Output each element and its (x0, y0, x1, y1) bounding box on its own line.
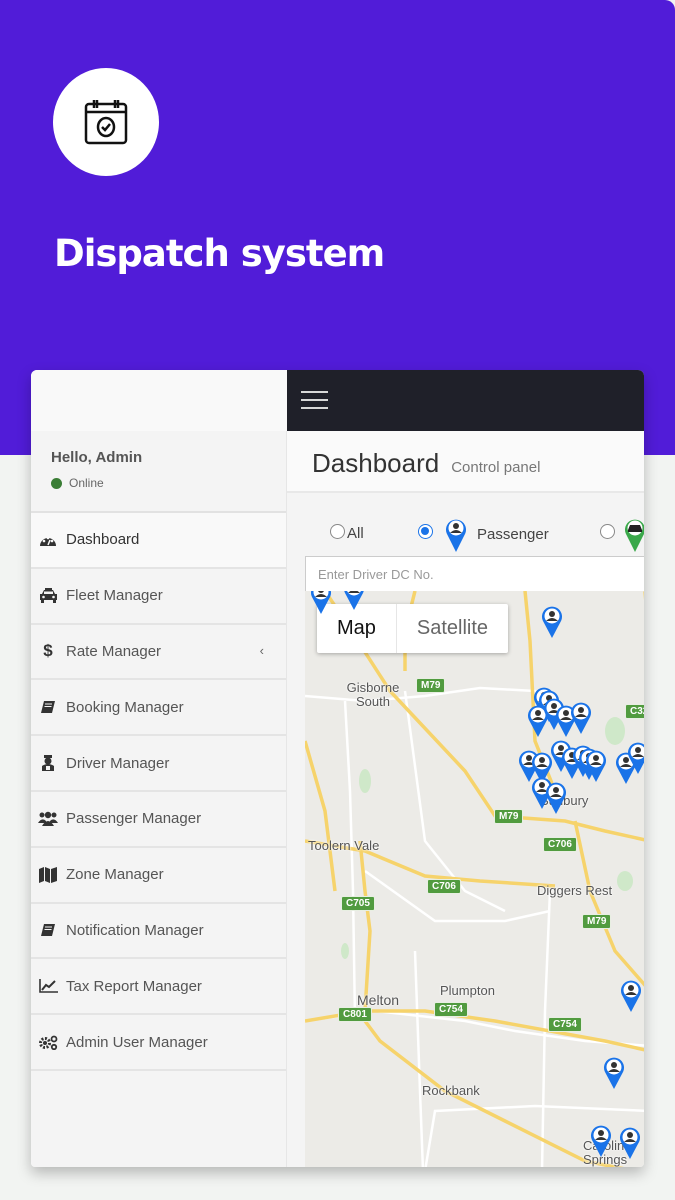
online-dot-icon (51, 477, 62, 489)
page-subtitle: Control panel (451, 459, 541, 476)
map-roads (305, 591, 644, 1167)
sidebar: Hello, Admin Online Dashboard Fleet Mana… (31, 431, 287, 1167)
map-type-toggle: Map Satellite (317, 604, 509, 653)
sidebar-item-driver-manager[interactable]: Driver Manager (31, 736, 286, 792)
driver-icon (38, 754, 58, 772)
sidebar-item-label: Notification Manager (66, 921, 204, 939)
sidebar-item-label: Dashboard (66, 531, 140, 549)
passenger-map-pin-icon[interactable] (545, 781, 567, 815)
sidebar-item-label: Booking Manager (66, 698, 184, 716)
chevron-left-icon[interactable]: ‹ (260, 643, 264, 658)
sidebar-item-zone-manager[interactable]: Zone Manager (31, 848, 286, 904)
map-view[interactable]: Map Satellite Gisborne South Sunbury Too… (305, 591, 644, 1167)
sidebar-item-label: Zone Manager (66, 866, 164, 884)
place-label: Melton (357, 992, 400, 1008)
content-header: Dashboard Control panel (287, 431, 644, 493)
road-shield: M79 (582, 914, 612, 929)
road-shield: C32 (625, 704, 644, 719)
place-label: Toolern Vale (308, 838, 380, 853)
sidebar-item-label: Fleet Manager (66, 587, 163, 605)
sidebar-item-label: Rate Manager (66, 642, 162, 660)
filter-passenger-radio[interactable] (418, 524, 433, 539)
user-status: Online (51, 476, 286, 490)
passenger-map-pin-icon[interactable] (343, 591, 365, 611)
sidebar-item-fleet-manager[interactable]: Fleet Manager (31, 569, 286, 625)
passenger-map-pin-icon[interactable] (541, 605, 563, 639)
book-icon (38, 921, 58, 939)
passenger-map-pin-icon[interactable] (619, 1126, 641, 1160)
passenger-map-pin-icon[interactable] (570, 701, 592, 735)
book-icon (38, 698, 58, 716)
map-type-satellite-button[interactable]: Satellite (395, 604, 508, 653)
place-label: Diggers Rest (537, 883, 613, 898)
place-label: Plumpton (440, 983, 495, 998)
map-filter-row: All Passenger (287, 515, 644, 555)
filter-driver-radio[interactable] (600, 524, 615, 539)
taxi-icon (38, 587, 58, 605)
road-shield: C706 (427, 879, 461, 894)
road-shield: C754 (548, 1017, 582, 1032)
car-pin-icon (625, 519, 644, 552)
cogs-icon (38, 1033, 58, 1051)
sidebar-item-dashboard[interactable]: Dashboard (31, 513, 286, 569)
top-navbar (287, 370, 644, 431)
sidebar-logo-area (31, 370, 287, 431)
sidebar-item-tax-report-manager[interactable]: Tax Report Manager (31, 959, 286, 1016)
passenger-map-pin-icon[interactable] (590, 1124, 612, 1158)
passenger-map-pin-icon[interactable] (603, 1056, 625, 1090)
road-shield: M79 (416, 678, 446, 693)
place-label: Rockbank (422, 1083, 480, 1098)
road-shield: C754 (434, 1002, 468, 1017)
driver-dc-search-input[interactable] (305, 556, 644, 592)
user-panel: Hello, Admin Online (31, 431, 286, 513)
calendar-check-icon (84, 100, 128, 145)
filter-all-label[interactable]: All (347, 525, 364, 542)
road-shield: C705 (341, 896, 375, 911)
road-shield: C706 (543, 837, 577, 852)
place-label: Gisborne South (346, 680, 400, 709)
sidebar-item-admin-user-manager[interactable]: Admin User Manager (31, 1015, 286, 1071)
passenger-map-pin-icon[interactable] (310, 591, 332, 615)
sidebar-item-label: Passenger Manager (66, 810, 202, 828)
user-greeting: Hello, Admin (51, 449, 143, 466)
sidebar-item-label: Driver Manager (66, 754, 170, 772)
passenger-map-pin-icon[interactable] (627, 741, 644, 775)
hamburger-icon[interactable] (301, 391, 328, 409)
sidebar-item-label: Admin User Manager (66, 1033, 208, 1051)
line-chart-icon (38, 977, 58, 995)
filter-all-radio[interactable] (330, 524, 345, 539)
hero-title: Dispatch system (54, 232, 385, 275)
sidebar-item-passenger-manager[interactable]: Passenger Manager (31, 792, 286, 848)
hero-icon-badge (53, 68, 159, 176)
sidebar-item-rate-manager[interactable]: $ Rate Manager ‹ (31, 625, 286, 681)
filter-passenger-label[interactable]: Passenger (477, 526, 549, 543)
main-content: Dashboard Control panel All Passenger En… (287, 431, 644, 1167)
passenger-map-pin-icon[interactable] (585, 749, 607, 783)
sidebar-item-booking-manager[interactable]: Booking Manager (31, 680, 286, 737)
dollar-icon: $ (43, 641, 53, 661)
tachometer-icon (38, 531, 58, 549)
users-icon (38, 810, 58, 828)
sidebar-item-notification-manager[interactable]: Notification Manager (31, 904, 286, 960)
road-shield: M79 (494, 809, 524, 824)
map-icon (38, 866, 58, 884)
road-shield: C801 (338, 1007, 372, 1022)
passenger-pin-icon (446, 519, 466, 552)
sidebar-item-label: Tax Report Manager (66, 977, 202, 995)
status-text: Online (69, 476, 104, 490)
passenger-map-pin-icon[interactable] (620, 979, 642, 1013)
page-title: Dashboard (312, 448, 440, 478)
app-window: Hello, Admin Online Dashboard Fleet Mana… (31, 370, 644, 1167)
